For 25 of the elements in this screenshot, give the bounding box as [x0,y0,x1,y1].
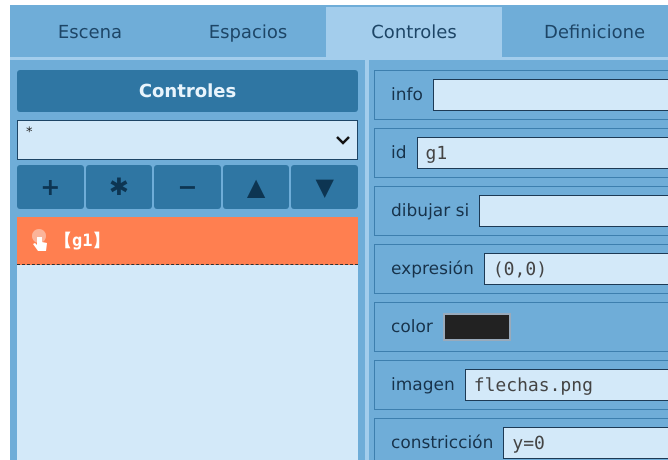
tab[interactable]: Controles [326,7,502,57]
toolbar-button[interactable]: + [17,165,84,209]
property-label: dibujar si [391,201,470,221]
input-field[interactable]: g1 [416,137,668,169]
toolbar-button[interactable]: ▼ [291,165,358,209]
toolbar-button[interactable]: ▲ [222,165,290,209]
property-label: constricción [391,433,494,453]
property-label: expresión [391,259,474,279]
list-item[interactable]: 【g1】 [17,217,358,265]
input-field[interactable]: flechas.png [464,369,668,401]
property-label: info [391,85,423,105]
filter-dropdown[interactable]: * [17,120,358,160]
input-field[interactable]: y=0 [503,427,668,459]
color-swatch[interactable] [442,313,511,341]
input-field[interactable] [432,79,668,111]
input-field[interactable] [479,195,668,227]
toolbar-button[interactable]: ✱ [86,165,152,209]
panel-header: Controles [17,70,358,112]
toolbar-button[interactable]: − [154,165,221,209]
property-label: color [391,317,433,337]
chevron-down-icon [335,135,351,145]
hand-pointer-icon [31,228,49,252]
input-field[interactable]: (0,0) [484,253,668,285]
property-label: imagen [391,375,455,395]
property-label: id [391,143,407,163]
